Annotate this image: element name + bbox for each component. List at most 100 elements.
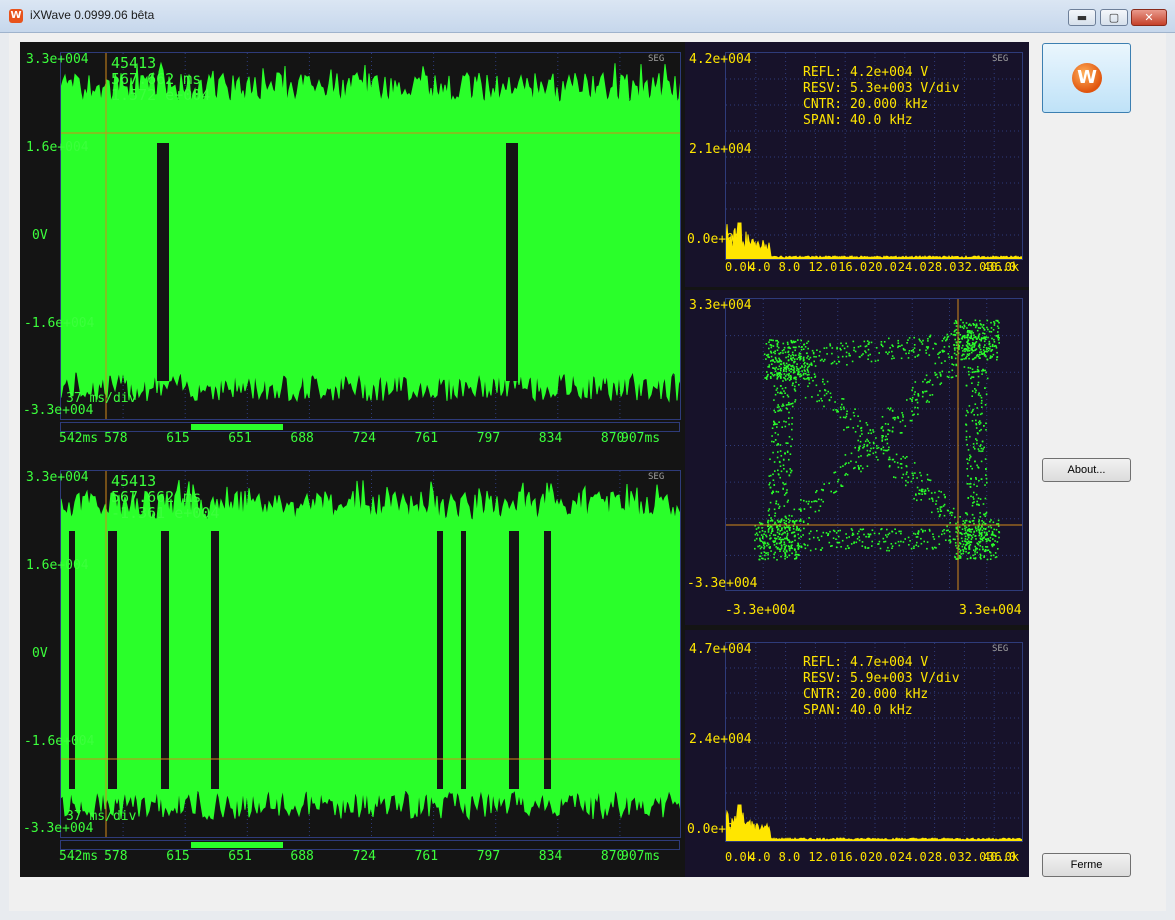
spectrum-x-tick: 16.0 bbox=[838, 850, 868, 864]
spectrum-x-tick: 24.0 bbox=[897, 260, 927, 274]
spectrum-x-tick: 32.0 bbox=[957, 260, 987, 274]
time2-ymidlow: -1.6e+004 bbox=[24, 734, 95, 749]
time-x-tick: 761 bbox=[414, 849, 439, 864]
spec2-info-cntr: CNTR: 20.000 kHz bbox=[803, 687, 929, 702]
spec1-info-refl: REFL: 4.2e+004 V bbox=[803, 65, 929, 80]
xy-scatter bbox=[726, 299, 1022, 590]
time2-scale: 37 ms/div bbox=[66, 809, 137, 824]
time-x-tick: 651 bbox=[228, 431, 252, 446]
xy-plot[interactable] bbox=[725, 298, 1023, 591]
ixwave-logo-icon: W bbox=[1072, 63, 1102, 93]
time2-scroll-thumb[interactable] bbox=[190, 842, 284, 848]
time-x-tick: 724 bbox=[352, 849, 376, 864]
spec1-info-span: SPAN: 40.0 kHz bbox=[803, 113, 913, 128]
time2-x-axis: 542ms 578 615 651 688 724 761 797 834 870 907ms bbox=[59, 849, 681, 866]
time-plot-2[interactable] bbox=[60, 470, 681, 838]
time-x-tick: 688 bbox=[290, 849, 314, 864]
time1-readout-1: 45413 bbox=[111, 54, 157, 72]
time1-x-axis: 542ms 578 615 651 688 724 761 797 834 870 907ms bbox=[59, 431, 681, 448]
time-x-tick: 578 bbox=[104, 849, 128, 864]
time-x-tick: 615 bbox=[166, 431, 190, 446]
spectrum-x-tick: 12.0 bbox=[808, 850, 838, 864]
maximize-icon: ▢ bbox=[1108, 11, 1120, 24]
xy-xtick-right: 3.3e+004 bbox=[959, 603, 1022, 618]
spectrum-x-tick: 40.0k bbox=[983, 850, 1020, 864]
title-bar[interactable]: W iXWave 0.0999.06 bêta ▬ ▢ ✕ bbox=[0, 0, 1175, 33]
time1-readout-3: 1.572 e+004 bbox=[111, 86, 211, 104]
time1-scroll-thumb[interactable] bbox=[190, 424, 284, 430]
minimize-button[interactable]: ▬ bbox=[1068, 9, 1096, 26]
spectrum-x-tick: 4.0 bbox=[748, 260, 771, 274]
time2-ymin: -3.3e+004 bbox=[23, 821, 94, 836]
time1-yzero: 0V bbox=[32, 228, 48, 243]
time2-ymax: 3.3e+004 bbox=[26, 470, 89, 485]
spectrum-x-tick: 28.0 bbox=[927, 850, 957, 864]
time-x-tick: 724 bbox=[352, 431, 376, 446]
time1-seg-tag: SEG bbox=[648, 54, 665, 64]
spectrum-x-tick: 16.0 bbox=[838, 260, 868, 274]
spectrum-x-tick: 28.0 bbox=[927, 260, 957, 274]
spec2-seg-tag: SEG bbox=[992, 644, 1009, 654]
spec1-info-resv: RESV: 5.3e+003 V/div bbox=[803, 81, 960, 96]
spectrum-x-tick: 32.0 bbox=[957, 850, 987, 864]
xy-xtick-left: -3.3e+004 bbox=[725, 603, 796, 618]
spec2-ytick-mid: 2.4e+004 bbox=[689, 732, 752, 747]
spec2-x-axis: 0.0k 4.0 8.0 12.0 16.0 20.0 24.0 28.0 32.0 36.0 40… bbox=[725, 850, 1023, 866]
spec1-ytick-top: 4.2e+004 bbox=[689, 52, 752, 67]
time-x-tick: 688 bbox=[290, 431, 314, 446]
ferme-button[interactable]: Ferme bbox=[1042, 853, 1131, 877]
time-x-tick: 907ms bbox=[621, 431, 661, 446]
spectrum-x-tick: 24.0 bbox=[897, 850, 927, 864]
logo-button[interactable]: W bbox=[1042, 43, 1131, 113]
time-x-tick: 651 bbox=[228, 849, 252, 864]
time-trace-1 bbox=[61, 53, 680, 419]
time-x-tick: 907ms bbox=[621, 849, 661, 864]
time1-ymin: -3.3e+004 bbox=[23, 403, 94, 418]
oscilloscope-area: 3.3e+004 1.6e+004 0V -1.6e+004 -3.3e+004… bbox=[20, 42, 1029, 877]
spec1-ytick-bottom: 0.0e+00 bbox=[687, 232, 742, 247]
time1-ymax: 3.3e+004 bbox=[26, 52, 89, 67]
app-icon: W bbox=[9, 9, 23, 23]
spec2-info-refl: REFL: 4.7e+004 V bbox=[803, 655, 929, 670]
time1-ymidhigh: 1.6e+004 bbox=[26, 140, 89, 155]
time-x-tick: 578 bbox=[104, 431, 128, 446]
close-icon: ✕ bbox=[1144, 11, 1154, 24]
xy-ytick-bottom: -3.3e+004 bbox=[687, 576, 758, 591]
time-x-tick: 542ms bbox=[59, 431, 99, 446]
spec1-seg-tag: SEG bbox=[992, 54, 1009, 64]
time-x-tick: 834 bbox=[538, 849, 563, 864]
spectrum-x-tick: 20.0 bbox=[868, 260, 897, 274]
spectrum-x-tick: 12.0 bbox=[808, 260, 838, 274]
time-x-tick: 615 bbox=[166, 849, 190, 864]
minimize-icon: ▬ bbox=[1076, 11, 1088, 24]
spec2-ytick-top: 4.7e+004 bbox=[689, 642, 752, 657]
spec2-info-resv: RESV: 5.9e+003 V/div bbox=[803, 671, 960, 686]
time-x-tick: 797 bbox=[476, 849, 501, 864]
spectrum-x-tick: 40.0k bbox=[983, 260, 1020, 274]
time2-readout-1: 45413 bbox=[111, 472, 157, 490]
time2-ymidhigh: 1.6e+004 bbox=[26, 558, 89, 573]
time-x-tick: 542ms bbox=[59, 849, 99, 864]
time1-ymidlow: -1.6e+004 bbox=[24, 316, 95, 331]
time1-scale: 37 ms/div bbox=[66, 391, 137, 406]
spectrum-x-tick: 4.0 bbox=[748, 850, 771, 864]
close-window-button[interactable]: ✕ bbox=[1131, 9, 1167, 26]
spec2-ytick-bottom: 0.0e+00 bbox=[687, 822, 742, 837]
time2-seg-tag: SEG bbox=[648, 472, 665, 482]
spec1-x-axis: 0.0k 4.0 8.0 12.0 16.0 20.0 24.0 28.0 32.0 36.0 40… bbox=[725, 260, 1023, 276]
xy-ytick-top: 3.3e+004 bbox=[689, 298, 752, 313]
about-button[interactable]: About... bbox=[1042, 458, 1131, 482]
spectrum-x-tick: 8.0 bbox=[778, 260, 801, 274]
time2-readout-2: 567.662 ms bbox=[111, 488, 202, 506]
time1-readout-2: 567.662 ms bbox=[111, 70, 202, 88]
window-title: iXWave 0.0999.06 bêta bbox=[30, 8, 155, 22]
spectrum-x-tick: 8.0 bbox=[778, 850, 801, 864]
maximize-button[interactable]: ▢ bbox=[1100, 9, 1128, 26]
time-x-tick: 834 bbox=[538, 431, 563, 446]
time2-yzero: 0V bbox=[32, 646, 48, 661]
time-plot-1[interactable] bbox=[60, 52, 681, 420]
spectrum-x-tick: 20.0 bbox=[868, 850, 897, 864]
spec1-ytick-mid: 2.1e+004 bbox=[689, 142, 752, 157]
spec1-info-cntr: CNTR: 20.000 kHz bbox=[803, 97, 929, 112]
time-x-tick: 761 bbox=[414, 431, 439, 446]
